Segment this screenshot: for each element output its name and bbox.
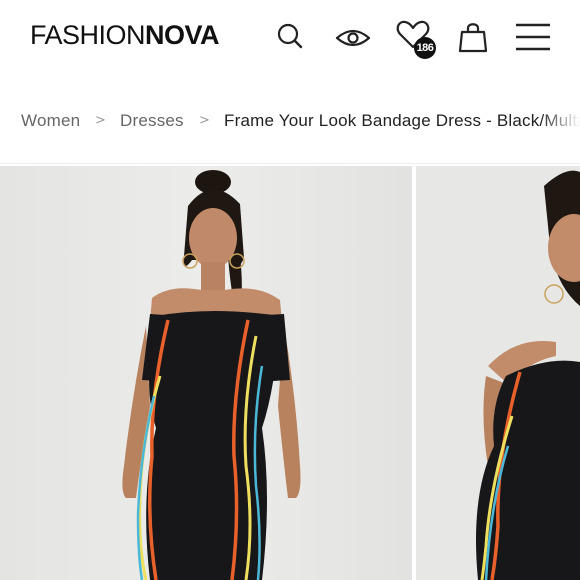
chevron-right-icon: > (199, 113, 210, 128)
chevron-right-icon: > (95, 113, 106, 128)
divider (0, 163, 580, 164)
product-photo-side[interactable] (416, 166, 580, 580)
model-front-illustration (0, 166, 412, 580)
wishlist-count-badge: 186 (414, 37, 436, 59)
logo-text-light: FASHION (30, 20, 146, 50)
breadcrumb-fade (540, 100, 580, 140)
search-icon[interactable] (276, 22, 304, 50)
fashion-nova-logo[interactable]: FASHION NOVA (30, 20, 220, 52)
model-side-illustration (416, 166, 580, 580)
breadcrumb-women[interactable]: Women (21, 111, 80, 131)
logo-text-bold: NOVA (145, 20, 220, 50)
shopping-bag-icon[interactable] (457, 20, 489, 54)
product-photo-front[interactable] (0, 166, 412, 580)
hamburger-menu-icon[interactable] (515, 22, 551, 52)
breadcrumb: Women > Dresses > Frame Your Look Bandag… (0, 100, 580, 140)
eye-icon[interactable] (335, 26, 371, 50)
breadcrumb-dresses[interactable]: Dresses (120, 111, 184, 131)
site-header: FASHION NOVA 186 (0, 0, 580, 78)
product-gallery[interactable] (0, 166, 580, 580)
breadcrumb-current-product: Frame Your Look Bandage Dress - Black/Mu… (224, 111, 580, 130)
